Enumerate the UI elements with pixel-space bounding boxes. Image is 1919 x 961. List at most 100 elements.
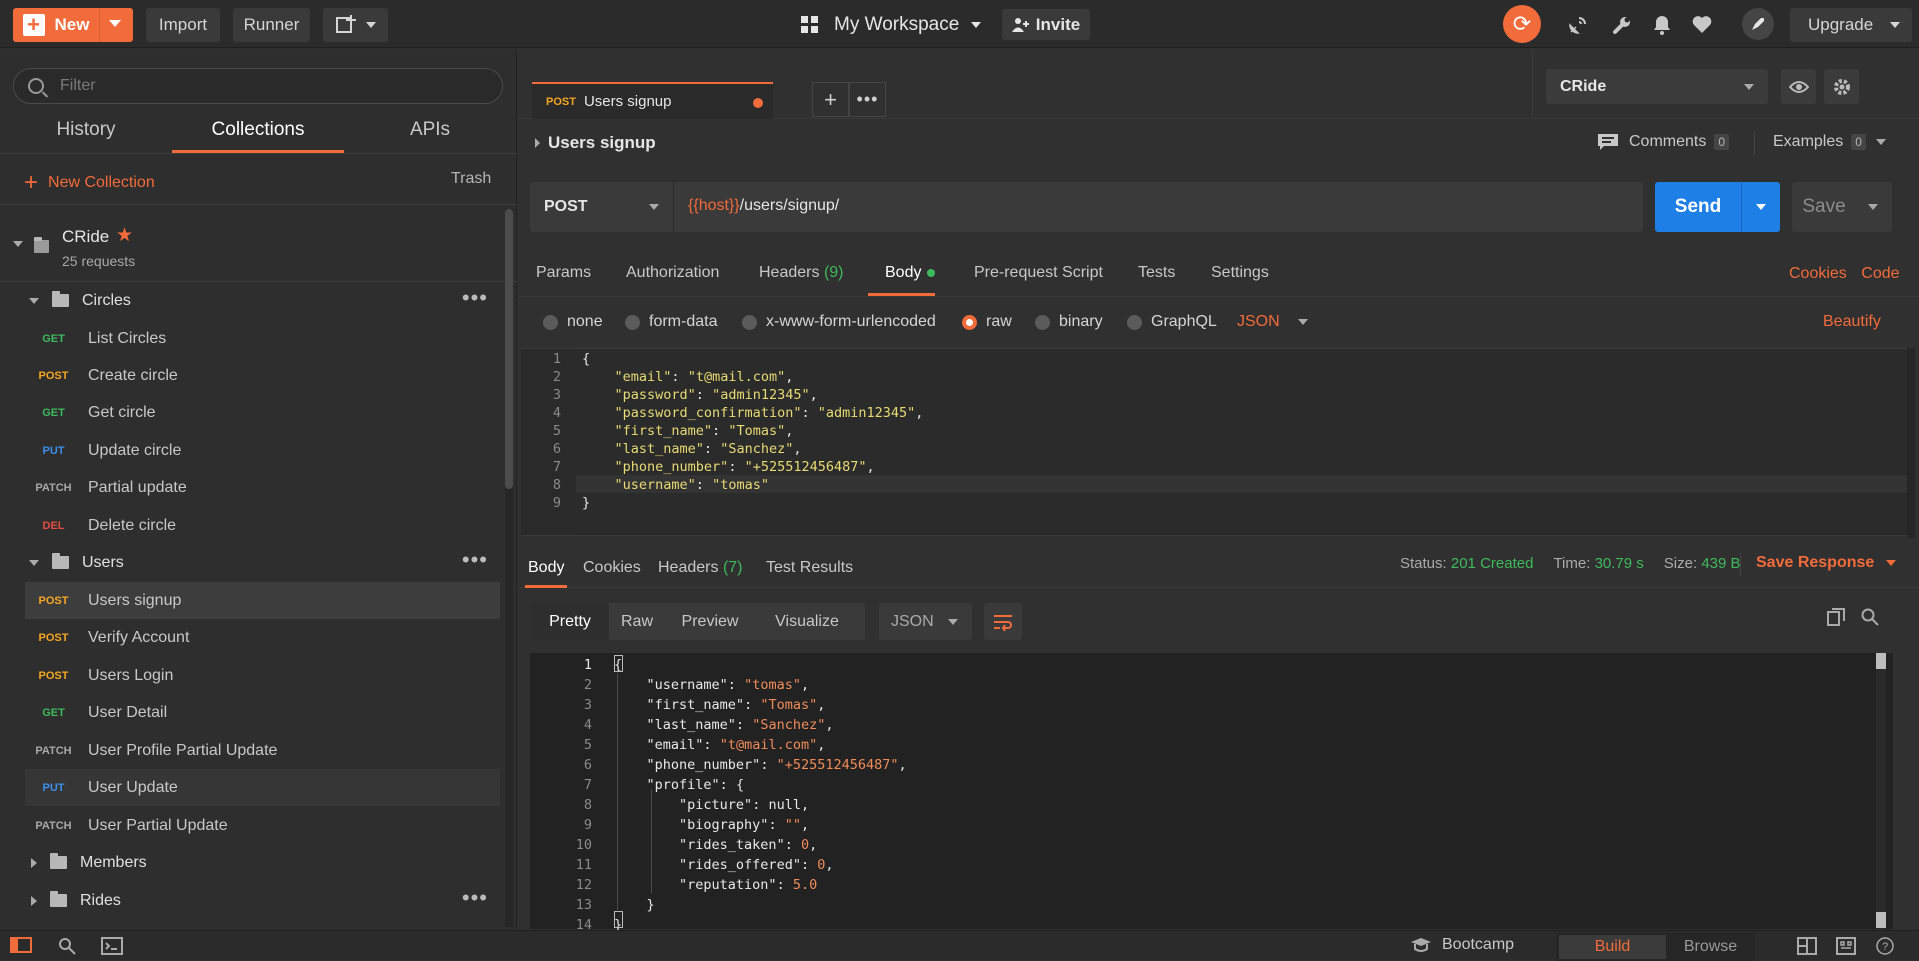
body-format-select[interactable]: JSON <box>1237 313 1308 331</box>
eye-icon[interactable] <box>1781 69 1816 104</box>
browse-mode-button[interactable]: Browse <box>1669 935 1752 959</box>
size-value[interactable]: 439 B <box>1701 555 1740 572</box>
tab-prerequest-script[interactable]: Pre-request Script <box>974 264 1103 282</box>
satellite-icon[interactable] <box>1565 12 1591 38</box>
copy-icon[interactable] <box>1827 608 1845 631</box>
scrollbar-thumb[interactable] <box>1876 912 1886 928</box>
request-item[interactable]: POST Users Login <box>25 657 500 694</box>
radio-graphql[interactable]: GraphQL <box>1127 313 1217 331</box>
search-icon[interactable] <box>1861 608 1879 626</box>
request-tab[interactable]: POST Users signup <box>532 82 773 119</box>
build-mode-button[interactable]: Build <box>1559 935 1666 959</box>
tab-response-cookies[interactable]: Cookies <box>583 559 641 577</box>
response-body-viewer[interactable]: 1{2 "username": "tomas", 3 "first_name": … <box>530 653 1893 933</box>
runner-button[interactable]: Runner <box>233 8 310 42</box>
tab-authorization[interactable]: Authorization <box>626 264 719 282</box>
radio-form-data[interactable]: form-data <box>625 313 717 331</box>
rocket-icon[interactable] <box>1742 8 1774 40</box>
tab-settings[interactable]: Settings <box>1211 264 1269 282</box>
environment-select[interactable]: CRide <box>1546 69 1768 104</box>
heart-icon[interactable] <box>1689 12 1715 38</box>
find-icon[interactable] <box>58 937 76 960</box>
save-button[interactable]: Save <box>1792 182 1892 232</box>
folder-circles[interactable]: Circles ••• <box>25 282 500 319</box>
response-scrollbar[interactable] <box>1876 653 1886 929</box>
more-tabs-button[interactable]: ••• <box>849 82 886 117</box>
comments-button[interactable]: Comments 0 <box>1597 133 1730 151</box>
code-link[interactable]: Code <box>1861 265 1899 282</box>
request-item[interactable]: PATCH User Partial Update <box>25 807 500 844</box>
help-icon[interactable]: ? <box>1876 937 1894 960</box>
new-button[interactable]: + New <box>13 8 133 42</box>
chevron-down-icon[interactable] <box>1868 204 1878 210</box>
gear-icon[interactable] <box>1824 69 1859 104</box>
trash-button[interactable]: Trash <box>451 170 491 188</box>
tab-response-body[interactable]: Body <box>528 559 564 577</box>
filter-input[interactable]: Filter <box>13 68 503 104</box>
sidebar-scrollbar-thumb[interactable] <box>505 209 513 489</box>
more-options-icon[interactable]: ••• <box>462 549 488 571</box>
view-raw-button[interactable]: Raw <box>609 603 665 640</box>
response-format-select[interactable]: JSON <box>879 603 972 640</box>
sync-icon[interactable]: ⟳ <box>1503 5 1541 43</box>
import-button[interactable]: Import <box>146 8 220 42</box>
chevron-down-icon[interactable] <box>1756 204 1766 210</box>
radio-x-www-form-urlencoded[interactable]: x-www-form-urlencoded <box>742 313 936 331</box>
request-item[interactable]: GET User Detail <box>25 694 500 731</box>
collection-cride[interactable]: CRide ★ 25 requests <box>0 205 517 281</box>
tab-test-results[interactable]: Test Results <box>766 559 853 577</box>
view-preview-button[interactable]: Preview <box>665 603 755 640</box>
request-item[interactable]: POST Users signup <box>25 582 500 619</box>
request-item[interactable]: PUT User Update <box>25 769 500 806</box>
more-options-icon[interactable]: ••• <box>462 887 488 909</box>
cookies-link[interactable]: Cookies <box>1789 265 1847 282</box>
tab-tests[interactable]: Tests <box>1138 264 1175 282</box>
url-input[interactable]: {{host}}/users/signup/ <box>688 197 839 215</box>
examples-button[interactable]: Examples 0 <box>1773 133 1886 151</box>
sidebar-toggle-icon[interactable] <box>10 937 32 958</box>
wrench-icon[interactable] <box>1609 12 1635 38</box>
time-value[interactable]: 30.79 s <box>1595 555 1644 572</box>
view-pretty-button[interactable]: Pretty <box>531 603 609 640</box>
more-options-icon[interactable]: ••• <box>462 287 488 309</box>
chevron-down-icon[interactable] <box>109 20 121 27</box>
two-pane-icon[interactable] <box>1797 937 1817 960</box>
tab-history[interactable]: History <box>0 119 172 153</box>
invite-button[interactable]: Invite <box>1002 9 1090 40</box>
request-item[interactable]: DEL Delete circle <box>25 507 500 544</box>
star-icon[interactable]: ★ <box>116 224 133 247</box>
request-item[interactable]: PATCH Partial update <box>25 469 500 506</box>
request-item[interactable]: PUT Update circle <box>25 432 500 469</box>
tab-response-headers[interactable]: Headers (7) <box>658 559 743 577</box>
request-item[interactable]: PATCH User Profile Partial Update <box>25 732 500 769</box>
bell-icon[interactable] <box>1649 12 1675 38</box>
radio-raw[interactable]: raw <box>962 313 1012 331</box>
request-item[interactable]: POST Verify Account <box>25 619 500 656</box>
request-item[interactable]: GET Get circle <box>25 394 500 431</box>
bootcamp-button[interactable]: Bootcamp <box>1410 936 1514 954</box>
request-title[interactable]: Users signup <box>535 133 656 153</box>
new-collection-button[interactable]: + New Collection <box>24 169 155 197</box>
editor-scrollbar[interactable] <box>1907 348 1915 538</box>
upgrade-button[interactable]: Upgrade <box>1790 8 1912 42</box>
folder-users[interactable]: Users ••• <box>25 544 500 581</box>
wrap-lines-button[interactable] <box>984 603 1022 640</box>
chevron-down-icon[interactable] <box>13 241 23 247</box>
tab-apis[interactable]: APIs <box>344 119 516 153</box>
tab-collections[interactable]: Collections <box>172 119 344 153</box>
save-response-button[interactable]: Save Response <box>1756 554 1897 572</box>
tab-headers[interactable]: Headers (9) <box>759 264 844 282</box>
tab-params[interactable]: Params <box>536 264 591 282</box>
radio-none[interactable]: none <box>543 313 603 331</box>
request-body-editor[interactable]: 1 {2 "email": "t@mail.com", 3 "password": … <box>521 348 1907 536</box>
method-select[interactable]: POST <box>530 182 674 232</box>
status-value[interactable]: 201 Created <box>1451 555 1534 572</box>
radio-binary[interactable]: binary <box>1035 313 1103 331</box>
tab-body[interactable]: Body <box>885 264 936 282</box>
request-item[interactable]: GET List Circles <box>25 320 500 357</box>
send-button[interactable]: Send <box>1655 182 1780 232</box>
console-icon[interactable] <box>101 937 123 960</box>
new-window-button[interactable] <box>323 8 388 42</box>
beautify-link[interactable]: Beautify <box>1823 313 1881 331</box>
folder-members[interactable]: Members <box>25 844 500 881</box>
